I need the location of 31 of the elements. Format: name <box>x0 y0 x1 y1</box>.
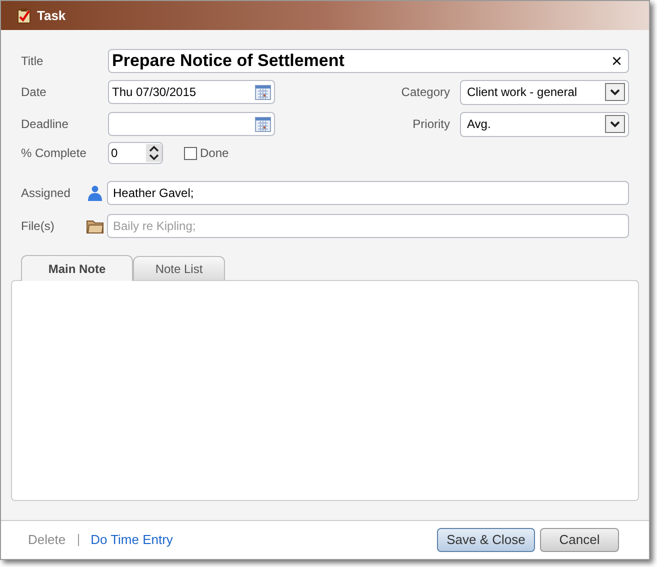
window-title: Task <box>37 6 66 25</box>
select-field[interactable]: Avg. <box>460 112 629 136</box>
date-field[interactable]: Thu 07/30/2015 <box>108 80 275 104</box>
spinner-arrows-icon[interactable] <box>146 144 162 162</box>
calendar-icon[interactable] <box>255 116 271 132</box>
field-label: File(s) <box>21 218 56 235</box>
field-label: Title <box>21 53 44 70</box>
select-field[interactable]: Client work - general <box>460 80 629 104</box>
field-label: Category <box>400 84 451 101</box>
save-button[interactable]: Save & Close <box>437 528 535 552</box>
field-label: % Complete <box>21 145 88 162</box>
cancel-button[interactable]: Cancel <box>540 528 619 552</box>
checkbox-label: Done <box>200 145 229 162</box>
field-label: Assigned <box>21 185 72 202</box>
field-label: Date <box>21 84 48 101</box>
files-field[interactable]: Baily re Kipling; <box>107 214 629 238</box>
field-label: Deadline <box>21 116 70 133</box>
percent-spinner[interactable]: 0 <box>108 142 163 164</box>
date-field[interactable] <box>108 112 275 136</box>
person-icon[interactable] <box>87 185 103 201</box>
done-checkbox[interactable] <box>184 146 197 160</box>
tab[interactable]: Note List <box>133 256 225 281</box>
clipboard-icon <box>17 8 31 24</box>
clear-button[interactable]: × <box>608 52 625 70</box>
time-entry-link[interactable]: Do Time Entry <box>90 530 173 550</box>
title-field[interactable]: Prepare Notice of Settlement × <box>108 49 629 73</box>
tab[interactable]: Main Note <box>21 255 133 281</box>
assigned-field[interactable]: Heather Gavel; <box>107 181 629 205</box>
calendar-icon[interactable] <box>255 84 271 100</box>
field-label: Priority <box>412 116 451 133</box>
folder-icon[interactable] <box>86 218 104 234</box>
